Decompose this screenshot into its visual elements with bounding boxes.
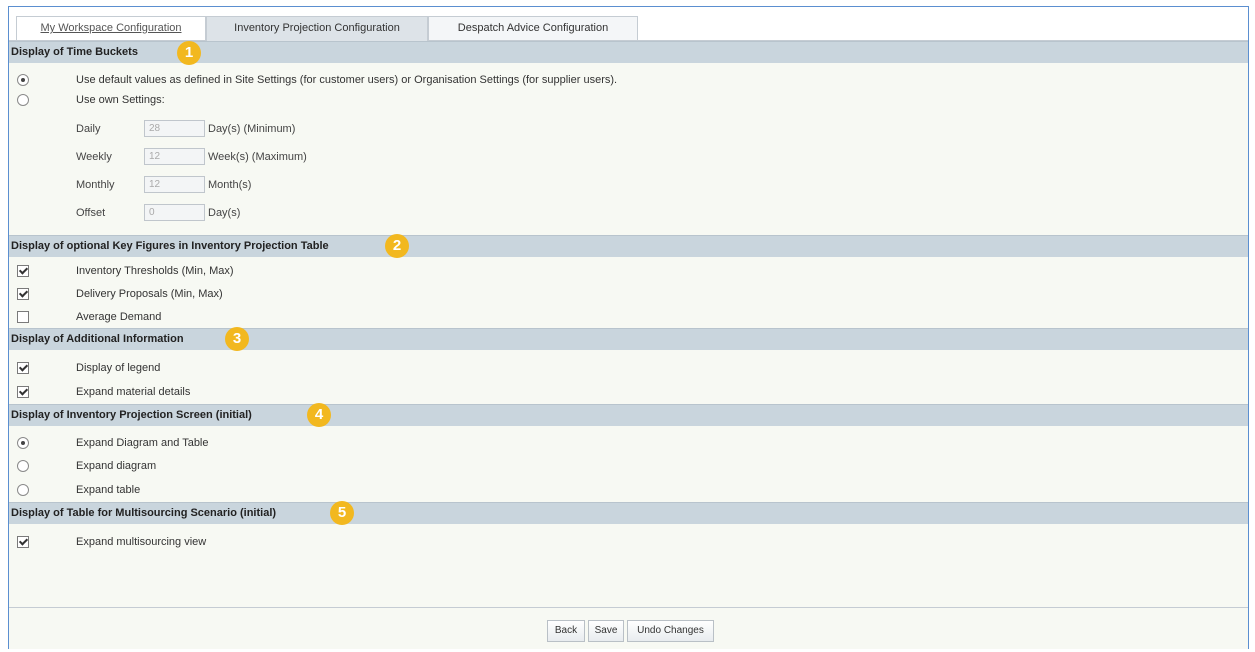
monthly-input[interactable]: 12: [144, 176, 205, 193]
tab-despatch-advice-configuration[interactable]: Despatch Advice Configuration: [428, 16, 638, 41]
option-expand-table[interactable]: Expand table: [9, 481, 1248, 499]
weekly-input[interactable]: 12: [144, 148, 205, 165]
section-header-additional-information: Display of Additional Information: [9, 328, 1248, 350]
tab-inventory-projection-configuration[interactable]: Inventory Projection Configuration: [206, 16, 428, 41]
option-label: Expand diagram: [76, 460, 157, 472]
radio-button[interactable]: [17, 74, 29, 86]
option-label: Display of legend: [76, 362, 161, 374]
section-header-multisourcing: Display of Table for Multisourcing Scena…: [9, 502, 1248, 524]
field-unit: Day(s): [208, 207, 241, 219]
save-button[interactable]: Save: [588, 620, 624, 642]
field-label: Monthly: [76, 179, 115, 191]
section-title: Display of Time Buckets: [11, 46, 138, 58]
field-unit: Month(s): [208, 179, 252, 191]
option-expand-material-details[interactable]: Expand material details: [9, 383, 1248, 401]
section-title: Display of Table for Multisourcing Scena…: [11, 507, 277, 519]
section-title: Display of optional Key Figures in Inven…: [11, 240, 329, 252]
option-label: Inventory Thresholds (Min, Max): [76, 265, 234, 277]
section-title: Display of Inventory Projection Screen (…: [11, 409, 252, 421]
field-label: Offset: [76, 207, 106, 219]
radio-button[interactable]: [17, 460, 29, 472]
option-label: Average Demand: [76, 311, 162, 323]
field-label: Daily: [76, 123, 101, 135]
section-header-key-figures: Display of optional Key Figures in Inven…: [9, 235, 1248, 257]
tab-bar: My Workspace Configuration Inventory Pro…: [9, 7, 1248, 41]
checkbox[interactable]: [17, 536, 29, 548]
radio-button[interactable]: [17, 484, 29, 496]
callout-badge-3: 3: [225, 327, 249, 351]
option-average-demand[interactable]: Average Demand: [9, 308, 1248, 326]
checkbox[interactable]: [17, 311, 29, 323]
option-label: Expand table: [76, 484, 141, 496]
radio-button[interactable]: [17, 94, 29, 106]
option-expand-diagram[interactable]: Expand diagram: [9, 457, 1248, 475]
callout-badge-4: 4: [307, 403, 331, 427]
field-unit: Day(s) (Minimum): [208, 123, 296, 135]
offset-input[interactable]: 0: [144, 204, 205, 221]
footer-toolbar: Back Save Undo Changes: [9, 607, 1248, 649]
callout-badge-1: 1: [177, 41, 201, 65]
configuration-panel: My Workspace Configuration Inventory Pro…: [8, 6, 1249, 649]
option-display-legend[interactable]: Display of legend: [9, 359, 1248, 377]
callout-badge-2: 2: [385, 234, 409, 258]
settings-content: Display of Time Buckets 1 Use default va…: [9, 41, 1248, 607]
field-unit: Week(s) (Maximum): [208, 151, 307, 163]
option-label: Use default values as defined in Site Se…: [76, 74, 618, 86]
back-button[interactable]: Back: [547, 620, 585, 642]
callout-badge-5: 5: [330, 501, 354, 525]
tab-my-workspace-configuration[interactable]: My Workspace Configuration: [16, 16, 206, 41]
option-use-default-values[interactable]: Use default values as defined in Site Se…: [9, 71, 1248, 89]
option-expand-diagram-and-table[interactable]: Expand Diagram and Table: [9, 434, 1248, 452]
section-title: Display of Additional Information: [11, 333, 184, 345]
option-expand-multisourcing-view[interactable]: Expand multisourcing view: [9, 533, 1248, 551]
option-inventory-thresholds[interactable]: Inventory Thresholds (Min, Max): [9, 262, 1248, 280]
checkbox[interactable]: [17, 288, 29, 300]
radio-button[interactable]: [17, 437, 29, 449]
option-delivery-proposals[interactable]: Delivery Proposals (Min, Max): [9, 285, 1248, 303]
option-label: Expand material details: [76, 386, 191, 398]
daily-input[interactable]: 28: [144, 120, 205, 137]
checkbox[interactable]: [17, 265, 29, 277]
undo-changes-button[interactable]: Undo Changes: [627, 620, 714, 642]
checkbox[interactable]: [17, 362, 29, 374]
option-label: Use own Settings:: [76, 94, 165, 106]
section-header-projection-screen: Display of Inventory Projection Screen (…: [9, 404, 1248, 426]
checkbox[interactable]: [17, 386, 29, 398]
field-label: Weekly: [76, 151, 112, 163]
option-use-own-settings[interactable]: Use own Settings:: [9, 91, 1248, 109]
option-label: Expand Diagram and Table: [76, 437, 209, 449]
option-label: Expand multisourcing view: [76, 536, 207, 548]
option-label: Delivery Proposals (Min, Max): [76, 288, 223, 300]
